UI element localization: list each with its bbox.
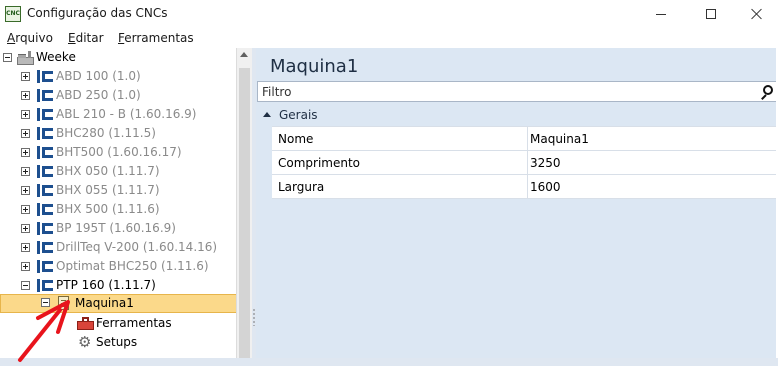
expand-icon[interactable]: [21, 148, 30, 157]
machine-icon: [37, 165, 53, 178]
caret-up-icon[interactable]: [263, 112, 271, 117]
tree-item-label: ABL 210 - B (1.60.16.9): [56, 107, 197, 121]
machine-icon: [37, 222, 53, 235]
maximize-button[interactable]: [688, 0, 734, 28]
property-name: Largura: [278, 180, 325, 194]
tree-scrollbar[interactable]: [236, 48, 252, 358]
property-value[interactable]: Maquina1: [530, 132, 589, 146]
page-title: Maquina1: [270, 56, 359, 77]
machine-icon: [37, 241, 53, 254]
tree-item-label: BHC280 (1.11.5): [56, 126, 156, 140]
group-label: Gerais: [279, 108, 318, 122]
tree-item-label: BHX 055 (1.11.7): [56, 183, 160, 197]
expand-icon[interactable]: [21, 243, 30, 252]
tree-item-label: BHT500 (1.60.16.17): [56, 145, 182, 159]
property-row[interactable]: Nome Maquina1: [272, 127, 778, 151]
machine-icon: [37, 89, 53, 102]
scroll-up-icon[interactable]: [240, 52, 248, 57]
tree-item-machine[interactable]: BHX 050 (1.11.7): [0, 162, 237, 181]
menu-editar[interactable]: Editar: [68, 31, 104, 45]
minimize-button[interactable]: [638, 0, 684, 28]
machine-icon: [37, 70, 53, 83]
property-row[interactable]: Comprimento 3250: [272, 151, 778, 175]
status-strip: [0, 358, 778, 366]
tree-item-machine[interactable]: BP 195T (1.60.16.9): [0, 219, 237, 238]
filter-box: [257, 81, 777, 102]
tree-item-machine[interactable]: BHX 055 (1.11.7): [0, 181, 237, 200]
scroll-thumb[interactable]: [239, 68, 250, 358]
property-value[interactable]: 3250: [530, 156, 561, 170]
expand-icon[interactable]: [21, 91, 30, 100]
title-bar: CNC Configuração das CNCs: [0, 0, 778, 28]
menu-arquivo[interactable]: Arquivo: [7, 31, 53, 45]
expand-icon[interactable]: [21, 262, 30, 271]
tree-item-label: Setups: [96, 335, 138, 349]
tree-item-label: BHX 050 (1.11.7): [56, 164, 160, 178]
machine-icon: [37, 203, 53, 216]
search-icon[interactable]: [760, 85, 774, 100]
collapse-icon[interactable]: [21, 281, 30, 290]
machine-icon: [37, 108, 53, 121]
tree-item-label: BHX 500 (1.11.6): [56, 202, 160, 216]
expand-icon[interactable]: [21, 167, 30, 176]
expand-icon[interactable]: [21, 110, 30, 119]
expand-icon[interactable]: [21, 129, 30, 138]
tree-item-weeke[interactable]: Weeke: [0, 48, 237, 67]
maximize-icon: [706, 9, 716, 19]
machine-icon: [37, 184, 53, 197]
tree-item-label: Weeke: [36, 50, 76, 64]
expand-icon[interactable]: [21, 186, 30, 195]
group-header-gerais[interactable]: Gerais: [257, 106, 777, 125]
property-name: Comprimento: [278, 156, 361, 170]
menu-ferramentas[interactable]: Ferramentas: [118, 31, 194, 45]
tree-item-machine[interactable]: DrillTeq V-200 (1.60.14.16): [0, 238, 237, 257]
property-row[interactable]: Largura 1600: [272, 175, 778, 199]
menu-bar: Arquivo Editar Ferramentas: [0, 28, 778, 48]
tree-item-machine[interactable]: BHX 500 (1.11.6): [0, 200, 237, 219]
expand-icon[interactable]: [21, 205, 30, 214]
tree-item-machine[interactable]: ABD 100 (1.0): [0, 67, 237, 86]
tree-item-label: DrillTeq V-200 (1.60.14.16): [56, 240, 218, 254]
collapse-icon[interactable]: [3, 53, 12, 62]
factory-icon: [17, 51, 34, 65]
tree-item-label: ABD 250 (1.0): [56, 88, 141, 102]
expand-icon[interactable]: [21, 72, 30, 81]
tree-item-label: ABD 100 (1.0): [56, 69, 141, 83]
tree-item-machine[interactable]: ABL 210 - B (1.60.16.9): [0, 105, 237, 124]
property-grid: Nome Maquina1 Comprimento 3250 Largura 1…: [272, 126, 778, 199]
property-value[interactable]: 1600: [530, 180, 561, 194]
expand-icon[interactable]: [21, 224, 30, 233]
minimize-icon: [656, 13, 666, 15]
filter-input[interactable]: [262, 84, 742, 100]
cnc-app-icon: CNC: [5, 6, 21, 22]
window-title: Configuração das CNCs: [27, 6, 168, 20]
close-icon: [751, 8, 763, 20]
close-button[interactable]: [734, 0, 778, 28]
properties-panel: Maquina1 Gerais Nome Maquina1 Compriment…: [256, 48, 778, 358]
machine-icon: [37, 146, 53, 159]
tree-item-label: Ferramentas: [96, 316, 172, 330]
tree-item-label: Optimat BHC250 (1.11.6): [56, 259, 209, 273]
tree-item-label: BP 195T (1.60.16.9): [56, 221, 176, 235]
tree-item-machine[interactable]: BHT500 (1.60.16.17): [0, 143, 237, 162]
machine-icon: [37, 260, 53, 273]
tree-item-machine[interactable]: ABD 250 (1.0): [0, 86, 237, 105]
grip-icon: [253, 308, 255, 326]
property-name: Nome: [278, 132, 314, 146]
tree-item-machine[interactable]: Optimat BHC250 (1.11.6): [0, 257, 237, 276]
tree-item-machine[interactable]: BHC280 (1.11.5): [0, 124, 237, 143]
annotation-arrow-icon: [18, 300, 70, 362]
machine-icon: [37, 127, 53, 140]
